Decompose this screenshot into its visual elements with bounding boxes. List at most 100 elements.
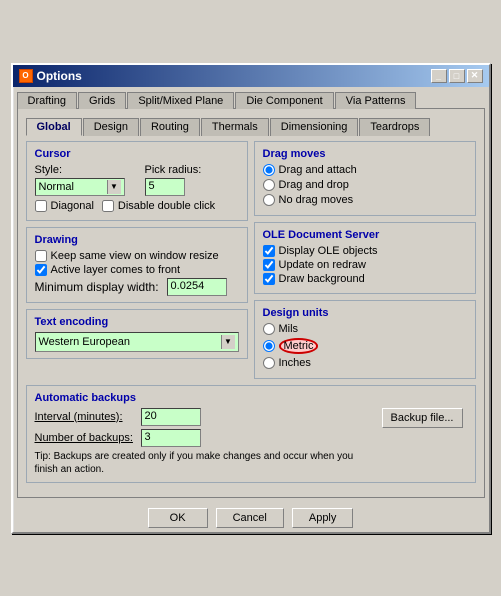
num-backups-row: Number of backups: 3 (35, 429, 374, 447)
style-dropdown[interactable]: Normal ▼ (35, 178, 125, 196)
drag-moves-label: Drag moves (263, 148, 467, 160)
text-encoding-arrow[interactable]: ▼ (221, 335, 235, 349)
num-backups-input[interactable]: 3 (141, 429, 201, 447)
min-display-label: Minimum display width: (35, 280, 159, 294)
backup-btn-container: Backup file... (382, 408, 467, 428)
inches-row: Inches (263, 357, 467, 369)
display-ole-label: Display OLE objects (279, 245, 378, 257)
tab-grids[interactable]: Grids (78, 92, 126, 109)
diagonal-row: Diagonal (35, 200, 94, 212)
ole-section: OLE Document Server Display OLE objects … (254, 222, 476, 294)
tab-routing[interactable]: Routing (140, 118, 200, 136)
inches-radio[interactable] (263, 357, 275, 369)
maximize-button[interactable]: □ (449, 69, 465, 83)
cursor-section: Cursor Style: Normal ▼ Pick radius: (26, 141, 248, 221)
no-drag-radio[interactable] (263, 194, 275, 206)
backups-section: Automatic backups Interval (minutes): 20… (26, 385, 476, 483)
ole-label: OLE Document Server (263, 229, 467, 241)
update-redraw-row: Update on redraw (263, 259, 467, 271)
pick-radius-field: Pick radius: 5 (145, 164, 202, 196)
apply-button[interactable]: Apply (292, 508, 354, 528)
keep-view-label: Keep same view on window resize (51, 250, 219, 262)
title-bar: O Options _ □ ✕ (13, 65, 489, 87)
main-content: Cursor Style: Normal ▼ Pick radius: (26, 141, 476, 385)
backups-fields: Interval (minutes): 20 Number of backups… (35, 408, 374, 476)
style-label: Style: (35, 164, 125, 176)
metric-row: Metric (263, 338, 467, 354)
ok-button[interactable]: OK (148, 508, 208, 528)
drag-attach-radio[interactable] (263, 164, 275, 176)
update-redraw-label: Update on redraw (279, 259, 366, 271)
tab-row-2: Global Design Routing Thermals Dimension… (26, 117, 476, 135)
window-icon: O (19, 69, 33, 83)
min-display-input[interactable]: 0.0254 (167, 278, 227, 296)
tab-dimensioning[interactable]: Dimensioning (270, 118, 359, 136)
close-button[interactable]: ✕ (467, 69, 483, 83)
style-dropdown-arrow[interactable]: ▼ (107, 180, 121, 194)
keep-view-checkbox[interactable] (35, 250, 47, 262)
min-display-row: Minimum display width: 0.0254 (35, 278, 239, 296)
backups-label: Automatic backups (35, 392, 467, 404)
diagonal-checkbox[interactable] (35, 200, 47, 212)
diagonal-label: Diagonal (51, 200, 94, 212)
active-layer-checkbox[interactable] (35, 264, 47, 276)
no-drag-label: No drag moves (279, 194, 354, 206)
title-buttons: _ □ ✕ (431, 69, 483, 83)
pick-radius-input[interactable]: 5 (145, 178, 185, 196)
style-value: Normal (39, 181, 74, 193)
tab-die-component[interactable]: Die Component (235, 92, 333, 109)
design-units-section: Design units Mils Metric Inches (254, 300, 476, 379)
tab-panel: Global Design Routing Thermals Dimension… (17, 108, 485, 498)
text-encoding-label: Text encoding (35, 316, 239, 328)
pick-radius-label: Pick radius: (145, 164, 202, 176)
cursor-style-row: Style: Normal ▼ Pick radius: 5 (35, 164, 239, 196)
text-encoding-section: Text encoding Western European ▼ (26, 309, 248, 359)
metric-radio[interactable] (263, 340, 275, 352)
tab-thermals[interactable]: Thermals (201, 118, 269, 136)
tab-row-1: Drafting Grids Split/Mixed Plane Die Com… (17, 91, 485, 108)
title-bar-text: O Options (19, 69, 82, 83)
draw-bg-checkbox[interactable] (263, 273, 275, 285)
drag-drop-radio[interactable] (263, 179, 275, 191)
text-encoding-dropdown[interactable]: Western European ▼ (35, 332, 239, 352)
disable-dblclick-checkbox[interactable] (102, 200, 114, 212)
drag-attach-label: Drag and attach (279, 164, 357, 176)
tab-design[interactable]: Design (83, 118, 139, 136)
no-drag-row: No drag moves (263, 194, 467, 206)
interval-input[interactable]: 20 (141, 408, 201, 426)
num-backups-label: Number of backups: (35, 432, 135, 444)
interval-label: Interval (minutes): (35, 411, 135, 423)
window-title: Options (37, 69, 82, 83)
tab-global[interactable]: Global (26, 118, 82, 136)
backup-file-button[interactable]: Backup file... (382, 408, 463, 428)
drag-drop-row: Drag and drop (263, 179, 467, 191)
interval-row: Interval (minutes): 20 (35, 408, 374, 426)
tab-drafting[interactable]: Drafting (17, 92, 78, 109)
minimize-button[interactable]: _ (431, 69, 447, 83)
drag-attach-row: Drag and attach (263, 164, 467, 176)
tip-text: Tip: Backups are created only if you mak… (35, 450, 374, 476)
content-area: Drafting Grids Split/Mixed Plane Die Com… (13, 87, 489, 502)
right-column: Drag moves Drag and attach Drag and drop… (254, 141, 476, 385)
mils-row: Mils (263, 323, 467, 335)
design-units-label: Design units (263, 307, 467, 319)
cancel-button[interactable]: Cancel (216, 508, 284, 528)
mils-radio[interactable] (263, 323, 275, 335)
update-redraw-checkbox[interactable] (263, 259, 275, 271)
left-column: Cursor Style: Normal ▼ Pick radius: (26, 141, 248, 385)
style-field: Style: Normal ▼ (35, 164, 125, 196)
disable-dblclick-row: Disable double click (102, 200, 215, 212)
tab-teardrops[interactable]: Teardrops (359, 118, 430, 136)
display-ole-row: Display OLE objects (263, 245, 467, 257)
disable-dblclick-label: Disable double click (118, 200, 215, 212)
active-layer-row: Active layer comes to front (35, 264, 239, 276)
drawing-section-label: Drawing (35, 234, 239, 246)
bottom-buttons: OK Cancel Apply (13, 502, 489, 532)
tab-split-mixed-plane[interactable]: Split/Mixed Plane (127, 92, 234, 109)
display-ole-checkbox[interactable] (263, 245, 275, 257)
text-encoding-value: Western European (39, 336, 131, 348)
tab-via-patterns[interactable]: Via Patterns (335, 92, 417, 109)
inches-label: Inches (279, 357, 311, 369)
draw-bg-label: Draw background (279, 273, 365, 285)
drag-moves-section: Drag moves Drag and attach Drag and drop… (254, 141, 476, 216)
